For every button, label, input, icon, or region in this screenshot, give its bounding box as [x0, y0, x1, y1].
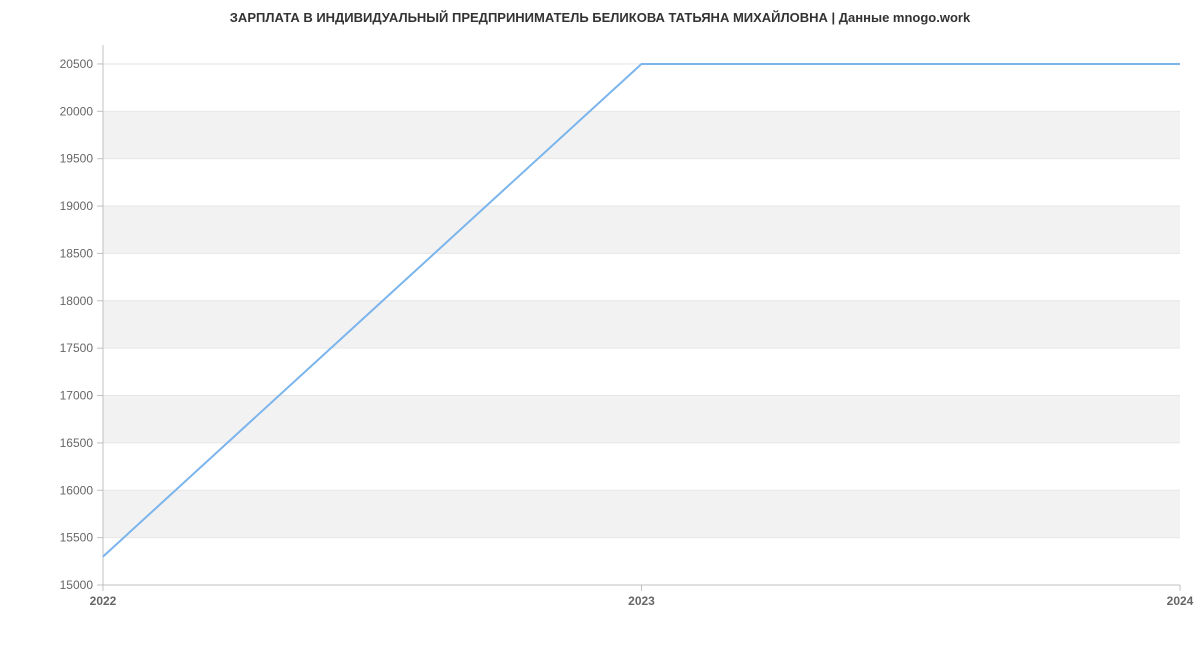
svg-text:20000: 20000 [60, 104, 94, 118]
svg-text:17500: 17500 [60, 341, 94, 355]
svg-text:19000: 19000 [60, 199, 94, 213]
svg-text:18500: 18500 [60, 246, 94, 260]
svg-text:2023: 2023 [628, 594, 655, 608]
chart-title: ЗАРПЛАТА В ИНДИВИДУАЛЬНЫЙ ПРЕДПРИНИМАТЕЛ… [0, 0, 1200, 25]
svg-text:20500: 20500 [60, 57, 94, 71]
svg-text:18000: 18000 [60, 294, 94, 308]
svg-text:16500: 16500 [60, 436, 94, 450]
svg-text:15500: 15500 [60, 531, 94, 545]
svg-text:19500: 19500 [60, 152, 94, 166]
svg-text:16000: 16000 [60, 483, 94, 497]
svg-text:2024: 2024 [1167, 594, 1194, 608]
chart-svg: 15000 15500 16000 16500 17000 17500 18000 18500… [0, 25, 1200, 615]
svg-text:2022: 2022 [90, 594, 117, 608]
svg-text:15000: 15000 [60, 578, 94, 592]
chart-container: ЗАРПЛАТА В ИНДИВИДУАЛЬНЫЙ ПРЕДПРИНИМАТЕЛ… [0, 0, 1200, 620]
svg-text:17000: 17000 [60, 389, 94, 403]
